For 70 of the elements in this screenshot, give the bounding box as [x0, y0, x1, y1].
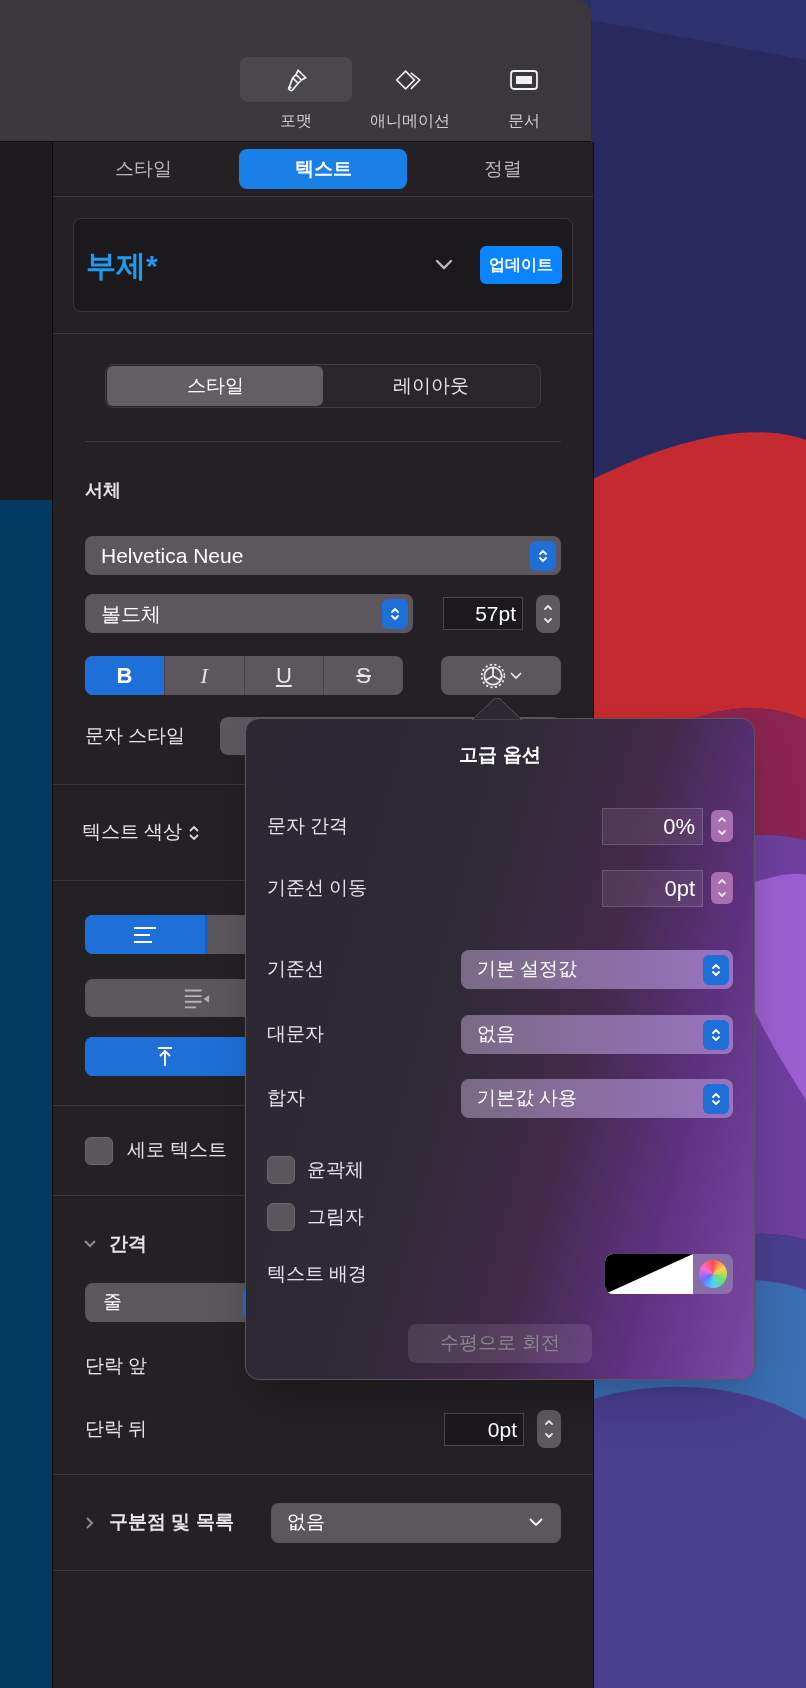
number-field[interactable]: 0pt — [602, 869, 703, 907]
color-swatch-icon — [605, 1254, 693, 1294]
font-popup[interactable]: Helvetica Neue — [85, 536, 561, 575]
chevron-down-icon — [510, 671, 522, 680]
popup-arrows-icon — [703, 1083, 729, 1114]
section-heading: 서체 — [85, 479, 122, 502]
checkbox-label: 윤곽체 — [307, 1157, 364, 1182]
toolbar-label: 애니메이션 — [370, 111, 450, 131]
checkbox-label: 세로 텍스트 — [127, 1138, 228, 1163]
color-wheel-icon — [699, 1260, 727, 1288]
tab[interactable]: 텍스트 — [239, 149, 407, 189]
text-style-button[interactable]: U — [243, 656, 324, 695]
chevron-down-icon[interactable] — [434, 259, 454, 271]
popup-arrows-icon — [703, 954, 729, 985]
number-field[interactable]: 0% — [602, 807, 703, 845]
segment[interactable]: 스타일 — [107, 366, 323, 406]
toolbar-label: 포맷 — [280, 111, 312, 131]
chevron-down-icon — [529, 1518, 543, 1527]
gear-icon — [480, 662, 506, 689]
stepper[interactable] — [711, 810, 733, 842]
field-label: 기준선 — [267, 957, 325, 982]
text-color-popup[interactable]: 텍스트 색상 — [82, 818, 201, 847]
stepper[interactable] — [536, 594, 560, 633]
toolbar-label: 문서 — [508, 111, 540, 131]
size-field[interactable]: 57pt — [443, 597, 523, 630]
field-label: 문자 스타일 — [85, 723, 187, 748]
document-icon — [509, 67, 539, 92]
typeface-popup[interactable]: 볼드체 — [85, 594, 413, 633]
text-style-button[interactable]: B — [85, 656, 164, 695]
field-label: 대문자 — [267, 1022, 325, 1047]
field-label: 텍스트 배경 — [267, 1261, 369, 1286]
align-left-icon — [132, 925, 158, 944]
advanced-options-button[interactable] — [441, 656, 561, 695]
text-style-button[interactable]: I — [163, 656, 244, 695]
bullets-popup[interactable]: 없음 — [271, 1502, 561, 1543]
tab[interactable]: 정렬 — [419, 149, 587, 189]
field-label: 합자 — [267, 1086, 306, 1111]
checkbox[interactable] — [85, 1136, 113, 1165]
text-style-button[interactable]: S — [323, 656, 403, 695]
popup-button[interactable]: 기본값 사용 — [461, 1079, 733, 1118]
paragraph-style-box[interactable]: 부제* 업데이트 — [73, 218, 573, 312]
field-label: 문자 간격 — [267, 813, 350, 838]
alignment-button[interactable] — [85, 915, 205, 954]
chevron-right-icon — [85, 1515, 95, 1530]
popup-button[interactable]: 기본 설정값 — [461, 950, 733, 989]
checkbox[interactable] — [267, 1156, 295, 1184]
popup-button[interactable]: 없음 — [461, 1015, 733, 1054]
tab[interactable]: 스타일 — [59, 149, 227, 189]
stepper[interactable] — [711, 872, 733, 904]
popup-arrows-icon — [382, 598, 408, 629]
popup-arrows-icon — [703, 1019, 729, 1050]
bullets-disclosure[interactable]: 구분점 및 목록 — [85, 1508, 271, 1537]
popover-title: 고급 옵션 — [458, 743, 542, 767]
field-label: 기준선 이동 — [267, 875, 369, 900]
stepper[interactable] — [537, 1410, 561, 1448]
field-label: 단락 뒤 — [85, 1416, 149, 1441]
checkbox[interactable] — [267, 1203, 295, 1231]
field-label: 단락 앞 — [85, 1353, 148, 1378]
popup-arrows-icon — [530, 540, 556, 571]
color-well[interactable] — [605, 1254, 733, 1294]
chevron-down-icon — [83, 1239, 97, 1249]
spacing-field[interactable]: 0pt — [444, 1412, 524, 1446]
align-top-icon — [156, 1045, 174, 1068]
spacing-disclosure[interactable]: 간격 — [83, 1232, 561, 1256]
update-button[interactable]: 업데이트 — [480, 246, 562, 284]
checkbox-label: 그림자 — [307, 1204, 364, 1229]
up-down-icon — [188, 823, 201, 842]
indent-icon — [183, 987, 211, 1009]
segment[interactable]: 레이아웃 — [323, 366, 539, 406]
paragraph-style-name: 부제* — [86, 247, 159, 284]
